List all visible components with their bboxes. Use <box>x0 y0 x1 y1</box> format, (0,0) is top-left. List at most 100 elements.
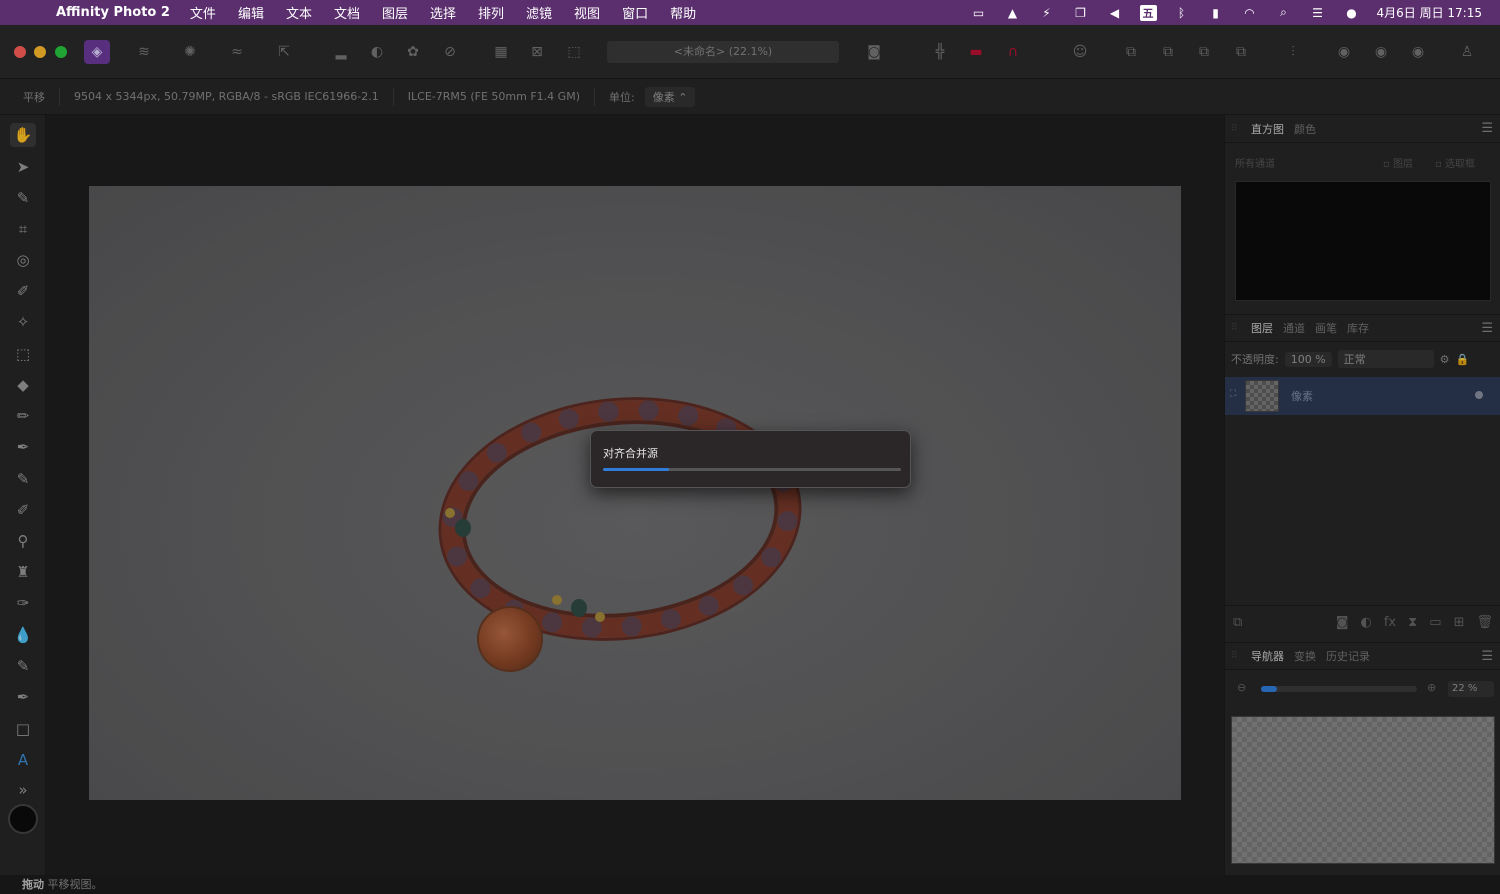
adjustment-layer-icon[interactable]: ◐ <box>1361 615 1372 630</box>
wifi-icon[interactable]: ◠ <box>1241 6 1259 20</box>
auto-colors-icon[interactable]: ✿ <box>400 40 426 64</box>
tone-mapping-persona-icon[interactable]: ≈ <box>224 40 250 64</box>
group-layers-icon[interactable]: ▭ <box>1429 615 1441 630</box>
hand-tool-icon[interactable]: ✋ <box>10 123 36 147</box>
layer-expand-icon[interactable]: ⛶ <box>1230 389 1236 399</box>
panel-menu-icon[interactable]: ☰ <box>1481 321 1493 336</box>
red-eye-tool-icon[interactable]: ◎ <box>10 248 36 272</box>
unit-select[interactable]: 像素 ⌃ <box>644 86 696 107</box>
boolean-add-icon[interactable]: ◉ <box>1331 40 1357 64</box>
magnet-icon[interactable]: ∩ <box>1000 40 1026 64</box>
tab-navigator[interactable]: 导航器 <box>1251 648 1284 664</box>
fx-layer-icon[interactable]: fx <box>1384 615 1396 630</box>
arrange-back-icon[interactable]: ⧉ <box>1118 40 1144 64</box>
menu-window[interactable]: 窗口 <box>622 3 648 22</box>
histogram-channel-select[interactable]: 所有通道 <box>1235 159 1275 170</box>
paint-brush-tool-icon[interactable]: ✒ <box>10 435 36 459</box>
menu-view[interactable]: 视图 <box>574 3 600 22</box>
assistant-icon[interactable]: ▬ <box>963 40 989 64</box>
histogram-layer-checkbox[interactable]: ▫ 图层 <box>1383 155 1413 170</box>
close-window-button[interactable] <box>14 46 26 58</box>
clone-tool-icon[interactable]: ♜ <box>10 560 36 584</box>
blemish-tool-icon[interactable]: ✑ <box>10 591 36 615</box>
pen-tool-icon[interactable]: ✒ <box>10 685 36 709</box>
quick-mask-icon[interactable]: ◙ <box>861 40 887 64</box>
volume-icon[interactable]: ◀ <box>1106 6 1124 20</box>
input-method-indicator[interactable]: 五 <box>1139 4 1157 21</box>
auto-white-balance-icon[interactable]: ⊘ <box>437 40 463 64</box>
panel-menu-icon[interactable]: ☰ <box>1481 121 1493 136</box>
opacity-input[interactable]: 100 % <box>1284 351 1332 367</box>
panel-grip-icon[interactable]: ⠿ <box>1231 323 1241 333</box>
search-icon[interactable]: ⌕ <box>1275 5 1293 20</box>
move-tool-icon[interactable]: ➤ <box>10 155 36 179</box>
liquify-persona-icon[interactable]: ≋ <box>131 40 157 64</box>
color-swatch[interactable] <box>8 804 38 834</box>
crop-tool-icon[interactable]: ⌗ <box>10 217 36 241</box>
lightning-icon[interactable]: ⚡ <box>1038 6 1056 20</box>
delete-layer-icon[interactable]: 🗑 <box>1476 615 1493 630</box>
flood-fill-tool-icon[interactable]: ◆ <box>10 373 36 397</box>
mask-layer-icon[interactable]: ◙ <box>1336 615 1349 630</box>
expand-tools-icon[interactable]: » <box>10 778 36 802</box>
siri-icon[interactable]: ● <box>1343 6 1361 20</box>
navigator-preview[interactable] <box>1231 716 1495 864</box>
zoom-in-icon[interactable]: ⊕ <box>1427 681 1436 694</box>
tab-history[interactable]: 历史记录 <box>1326 648 1370 664</box>
zoom-out-icon[interactable]: ⊖ <box>1237 681 1246 694</box>
tab-brushes[interactable]: 画笔 <box>1315 320 1337 336</box>
window-icon[interactable]: ❐ <box>1072 6 1090 20</box>
menubar-clock[interactable]: 4月6日 周日 17:15 <box>1377 4 1482 21</box>
tab-transform[interactable]: 变换 <box>1294 648 1316 664</box>
export-persona-icon[interactable]: ⇱ <box>271 40 297 64</box>
rectangle-tool-icon[interactable]: □ <box>10 717 36 741</box>
minimize-window-button[interactable] <box>34 46 46 58</box>
layer-visibility-toggle[interactable] <box>1475 391 1483 399</box>
deselect-icon[interactable]: ⊠ <box>524 40 550 64</box>
menu-file[interactable]: 文件 <box>190 3 216 22</box>
layer-settings-icon[interactable]: ⚙ <box>1440 353 1450 366</box>
blend-mode-select[interactable]: 正常 <box>1337 350 1434 368</box>
flood-select-tool-icon[interactable]: ✧ <box>10 310 36 334</box>
assistant-manager-icon[interactable]: ☺ <box>1067 40 1093 64</box>
tab-stock[interactable]: 库存 <box>1347 320 1369 336</box>
align-icon[interactable]: ⫶ <box>1280 40 1306 64</box>
layer-thumbnail[interactable] <box>1245 380 1279 412</box>
erase-brush-tool-icon[interactable]: ✐ <box>10 498 36 522</box>
arrange-forward-icon[interactable]: ⧉ <box>1191 40 1217 64</box>
menu-edit[interactable]: 编辑 <box>238 3 264 22</box>
smudge-tool-icon[interactable]: ✎ <box>10 654 36 678</box>
battery-icon[interactable]: ▮ <box>1207 6 1225 20</box>
auto-contrast-icon[interactable]: ◐ <box>364 40 390 64</box>
selection-icon[interactable]: ▦ <box>488 40 514 64</box>
auto-levels-icon[interactable]: ▂ <box>328 40 354 64</box>
blur-tool-icon[interactable]: 💧 <box>10 623 36 647</box>
tab-color[interactable]: 颜色 <box>1294 121 1316 137</box>
control-center-icon[interactable]: ☰ <box>1309 6 1327 20</box>
panel-grip-icon[interactable]: ⠿ <box>1231 124 1241 134</box>
tab-histogram[interactable]: 直方图 <box>1251 121 1284 137</box>
menu-document[interactable]: 文档 <box>334 3 360 22</box>
add-pixel-layer-icon[interactable]: ⊞ <box>1454 615 1465 630</box>
canvas-area[interactable] <box>46 115 1224 875</box>
app-name-menu[interactable]: Affinity Photo 2 <box>56 5 170 20</box>
menu-text[interactable]: 文本 <box>286 3 312 22</box>
lock-icon[interactable]: 🔒 <box>1456 353 1470 366</box>
tab-channels[interactable]: 通道 <box>1283 320 1305 336</box>
histogram-marquee-checkbox[interactable]: ▫ 选取框 <box>1435 155 1475 170</box>
gradient-tool-icon[interactable]: ✏ <box>10 404 36 428</box>
bluetooth-icon[interactable]: ᛒ <box>1173 6 1191 20</box>
panel-menu-icon[interactable]: ☰ <box>1481 649 1493 664</box>
layer-name[interactable]: 像素 <box>1291 388 1313 404</box>
selection-brush-tool-icon[interactable]: ✐ <box>10 279 36 303</box>
menu-select[interactable]: 选择 <box>430 3 456 22</box>
live-filter-icon[interactable]: ⧗ <box>1408 615 1417 630</box>
boolean-subtract-icon[interactable]: ◉ <box>1368 40 1394 64</box>
boolean-intersect-icon[interactable]: ◉ <box>1405 40 1431 64</box>
document-image[interactable] <box>89 186 1181 800</box>
color-picker-tool-icon[interactable]: ✎ <box>10 186 36 210</box>
layer-row[interactable]: ⛶ 像素 <box>1225 377 1500 415</box>
arrange-backward-icon[interactable]: ⧉ <box>1155 40 1181 64</box>
text-tool-icon[interactable]: A <box>10 748 36 772</box>
snapping-icon[interactable]: ╬ <box>927 40 953 64</box>
